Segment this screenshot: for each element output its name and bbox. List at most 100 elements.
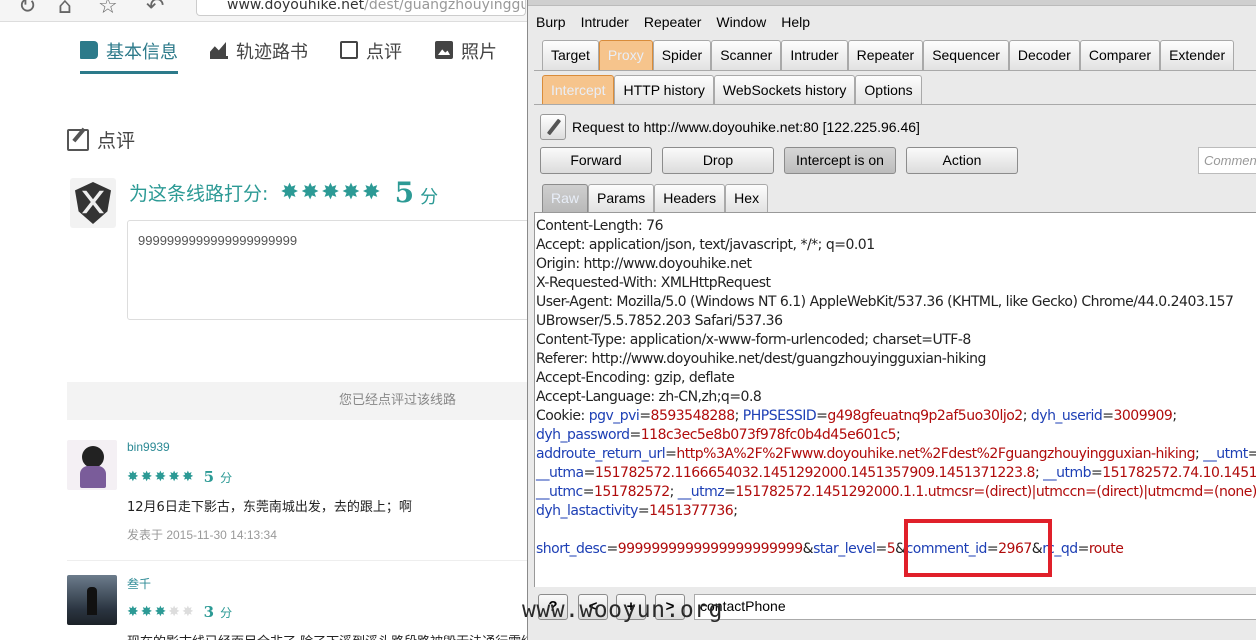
tab-label: Comparer	[1088, 47, 1152, 63]
highlight-box	[904, 519, 1052, 577]
tab-http-history[interactable]: HTTP history	[614, 75, 714, 105]
bookmark-star-icon[interactable]: ☆	[98, 0, 118, 19]
book-icon	[80, 41, 98, 59]
rating-stars[interactable]: ✸✸✸✸✸	[280, 180, 382, 205]
tab-label: Target	[551, 47, 590, 63]
cookie-name: __utmt	[1203, 446, 1248, 462]
comment-user[interactable]: 叁千	[127, 575, 151, 592]
avatar[interactable]	[67, 575, 117, 625]
request-line: Accept-Encoding: gzip, deflate	[536, 369, 735, 388]
separator: ;	[896, 427, 901, 443]
comment-input[interactable]: Comment	[1198, 147, 1256, 174]
tab-basic-info[interactable]: 基本信息	[80, 38, 178, 74]
tab-label: Headers	[663, 190, 717, 206]
cookie-name: dyh_password	[536, 427, 630, 443]
comment-score: 3	[203, 603, 217, 621]
tab-sequencer[interactable]: Sequencer	[923, 40, 1009, 70]
menu-repeater[interactable]: Repeater	[636, 10, 709, 36]
tab-label: Intercept	[551, 82, 606, 98]
header-text: Origin: http://www.doyouhike.net	[536, 256, 752, 272]
tab-label: 点评	[366, 42, 402, 63]
cookie-name: __utmc	[536, 484, 583, 500]
tab-track[interactable]: 轨迹路书	[210, 38, 308, 74]
watermark: www.wooyun.org	[522, 597, 723, 623]
tab-intruder[interactable]: Intruder	[781, 40, 848, 70]
intercept-toggle-button[interactable]: Intercept is on	[784, 147, 896, 174]
header-text: Content-Type: application/x-www-form-url…	[536, 332, 971, 348]
tab-extender[interactable]: Extender	[1160, 40, 1235, 70]
cookie-value: 118c3ec5e8b073f978fc0b4d45e601c5	[640, 427, 897, 443]
tab-intercept[interactable]: Intercept	[542, 75, 615, 105]
request-line: Accept-Language: zh-CN,zh;q=0.8	[536, 388, 762, 407]
rating-row: 为这条线路打分: ✸✸✸✸✸ 5 分	[129, 176, 438, 209]
tab-comparer[interactable]: Comparer	[1079, 40, 1161, 70]
tab-raw[interactable]: Raw	[542, 184, 589, 212]
request-line: dyh_password=118c3ec5e8b073f978fc0b4d45e…	[536, 426, 901, 445]
action-button[interactable]: Action	[906, 147, 1018, 174]
star-icon: ✸	[140, 469, 155, 485]
review-heading-text: 点评	[97, 130, 136, 152]
cookie-value: 1451377736	[649, 503, 734, 519]
review-textarea[interactable]: 9999999999999999999999	[127, 220, 530, 320]
request-line: Cookie: pgv_pvi=8593548288; PHPSESSID=g4…	[536, 407, 1177, 426]
tab-spider[interactable]: Spider	[652, 40, 712, 70]
url-domain: www.doyouhike.net	[227, 0, 365, 13]
header-text: UBrowser/5.5.7852.203 Safari/537.36	[536, 313, 783, 329]
separator: ;	[1195, 446, 1204, 462]
comment-text: 现在的影古线已经面目全非了,除了下溪到溪头路段路被毁无法通行需绕水泥路外	[127, 631, 530, 640]
edit-request-button[interactable]	[540, 114, 566, 140]
address-bar[interactable]: www.doyouhike.net/dest/guangzhouyinggu	[196, 0, 526, 16]
avatar[interactable]	[67, 440, 117, 490]
menu-window[interactable]: Window	[708, 10, 773, 36]
param-name: short_desc	[536, 541, 607, 557]
request-line: __utmc=151782572; __utmz=151782572.14512…	[536, 483, 1256, 502]
edit-icon	[340, 41, 358, 59]
comment-unit: 分	[220, 605, 235, 620]
cookie-name: __utmz	[677, 484, 725, 500]
reload-icon[interactable]: ↻	[18, 0, 36, 19]
menu-bar: Burp Intruder Repeater Window Help	[528, 10, 817, 36]
tab-proxy[interactable]: Proxy	[598, 40, 653, 70]
undo-icon[interactable]: ↶	[146, 0, 164, 19]
tab-decoder[interactable]: Decoder	[1008, 40, 1080, 70]
tab-options[interactable]: Options	[855, 75, 922, 105]
tab-label: Proxy	[607, 47, 644, 63]
comment-user[interactable]: bin9939	[127, 440, 170, 454]
param-name: star_level	[813, 541, 876, 557]
cookie-name: dyh_lastactivity	[536, 503, 638, 519]
star-icon: ✸	[127, 604, 141, 620]
separator: ;	[1172, 408, 1177, 424]
search-input[interactable]: contactPhone	[694, 594, 1256, 620]
equals: =	[724, 484, 736, 500]
equals: =	[1077, 541, 1090, 557]
cookie-value: g498gfeuatnq9p2af5uo30ljo2	[827, 408, 1023, 424]
tab-websockets-history[interactable]: WebSockets history	[713, 75, 856, 105]
tab-photos[interactable]: 照片	[435, 38, 497, 74]
tab-repeater[interactable]: Repeater	[847, 40, 924, 70]
star-icon: ✸	[168, 604, 182, 620]
menu-burp[interactable]: Burp	[528, 10, 573, 36]
request-line: addroute_return_url=http%3A%2F%2Fwww.doy…	[536, 445, 1256, 464]
raw-request-editor[interactable]: Content-Length: 76 Accept: application/js…	[534, 212, 1256, 587]
separator: ;	[734, 408, 743, 424]
drop-button[interactable]: Drop	[662, 147, 774, 174]
tab-scanner[interactable]: Scanner	[711, 40, 782, 70]
tab-label: Raw	[551, 190, 580, 206]
rate-label: 为这条线路打分:	[129, 183, 269, 205]
forward-button[interactable]: Forward	[540, 147, 652, 174]
tab-hex[interactable]: Hex	[725, 184, 769, 212]
tab-params[interactable]: Params	[588, 184, 655, 212]
main-tabs: Target Proxy Spider Scanner Intruder Repeater…	[542, 40, 1235, 70]
menu-help[interactable]: Help	[773, 10, 817, 36]
header-text: Accept: application/json, text/javascrip…	[536, 237, 875, 253]
request-line: Content-Type: application/x-www-form-url…	[536, 331, 971, 350]
tab-review[interactable]: 点评	[340, 38, 402, 74]
separator: ;	[1034, 465, 1044, 481]
home-icon[interactable]: ⌂	[58, 0, 72, 19]
title-bar	[528, 0, 1256, 6]
cookie-name: dyh_userid	[1030, 408, 1103, 424]
menu-intruder[interactable]: Intruder	[573, 10, 636, 36]
tab-target[interactable]: Target	[542, 40, 599, 70]
tab-headers[interactable]: Headers	[654, 184, 726, 212]
url-path: /dest/guangzhouyinggu	[364, 0, 526, 13]
